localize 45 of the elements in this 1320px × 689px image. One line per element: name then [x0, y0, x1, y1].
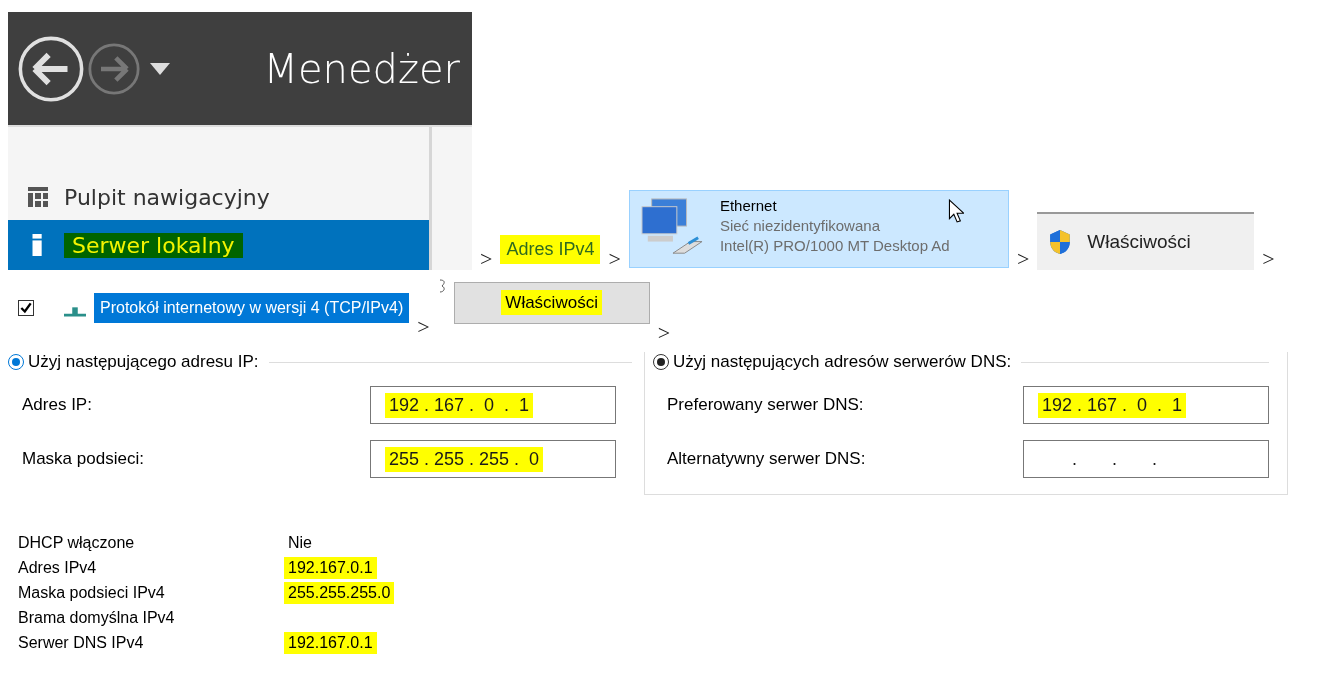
- shield-icon: [1049, 229, 1072, 255]
- radio-label: Użyj następujących adresów serwerów DNS:: [673, 352, 1012, 372]
- property-value: 192.167.0.1: [284, 631, 377, 654]
- property-value: Nie: [287, 532, 313, 553]
- ip-address-field[interactable]: 192 . 167 . 0 . 1: [1023, 386, 1269, 424]
- radio-label: Użyj następującego adresu IP:: [28, 352, 259, 372]
- arrow-separator: >: [480, 248, 493, 270]
- property-label: Maska podsieci IPv4: [18, 583, 166, 602]
- protocol-item[interactable]: Protokół internetowy w wersji 4 (TCP/IPv4): [94, 293, 410, 323]
- ip-address-field[interactable]: 192 . 167 . 0 . 1: [370, 386, 616, 424]
- field-label: Alternatywny serwer DNS:: [667, 449, 867, 469]
- checkbox[interactable]: [18, 300, 34, 316]
- properties-button[interactable]: Właściwości: [1037, 212, 1255, 270]
- network-protocol-icon: [64, 305, 86, 317]
- sidebar-item[interactable]: Serwer lokalny: [8, 220, 429, 270]
- arrow-separator: >: [657, 322, 671, 344]
- property-label: Adres IPv4: [18, 558, 98, 577]
- grid-icon: [28, 186, 48, 208]
- arrow-separator: >: [1262, 248, 1275, 270]
- property-label: Serwer DNS IPv4: [18, 633, 145, 652]
- ip-address-field[interactable]: . . .: [1023, 440, 1269, 478]
- mouse-cursor-icon: [947, 199, 964, 223]
- step-label: Adres IPv4: [500, 235, 601, 264]
- arrow-separator: >: [1016, 248, 1030, 270]
- adapter-status: Sieć niezidentyfikowana: [719, 217, 881, 234]
- field-label: Maska podsieci:: [22, 449, 145, 469]
- radio-button[interactable]: [8, 354, 24, 370]
- network-adapter-item[interactable]: Ethernet Sieć niezidentyfikowana Intel(R) PRO/1000 MT Desktop Ad: [628, 190, 1009, 268]
- property-value: 192.167.0.1: [284, 556, 377, 579]
- dropdown-icon[interactable]: [150, 62, 170, 75]
- radio-button[interactable]: [653, 354, 669, 370]
- field-label: Adres IP:: [22, 395, 93, 415]
- back-icon[interactable]: [18, 35, 84, 102]
- property-value: 255.255.255.0: [284, 581, 395, 604]
- property-label: Brama domyślna IPv4: [18, 608, 176, 627]
- window-title: Menedżer: [263, 45, 460, 92]
- properties-button[interactable]: Właściwości: [453, 282, 650, 324]
- adapter-name: Ethernet: [719, 197, 778, 214]
- adapter-device: Intel(R) PRO/1000 MT Desktop Ad: [719, 237, 950, 254]
- field-label: Preferowany serwer DNS:: [667, 395, 865, 415]
- arrow-separator: >: [608, 248, 621, 270]
- sidebar-item[interactable]: Pulpit nawigacyjny: [8, 174, 429, 220]
- property-label: DHCP włączone: [18, 533, 136, 552]
- arrow-separator: >: [417, 316, 430, 338]
- ip-address-field[interactable]: 255 . 255 . 255 . 0: [370, 440, 616, 478]
